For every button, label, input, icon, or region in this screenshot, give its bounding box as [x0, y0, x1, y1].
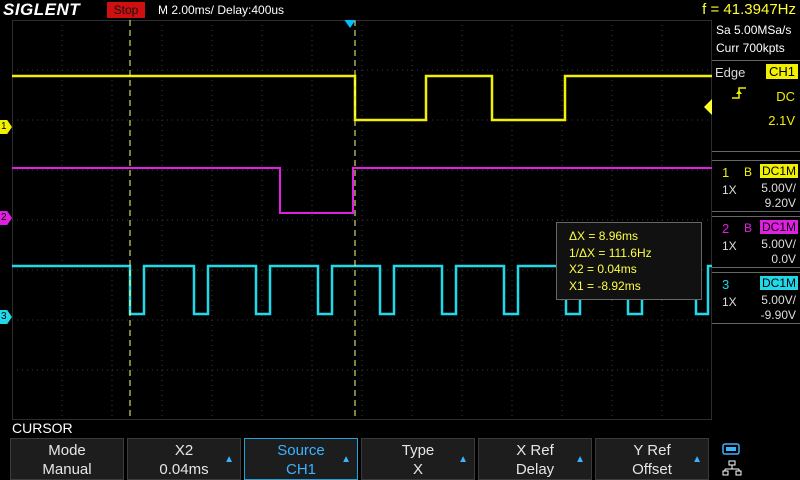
cursor-readout-box: ΔX = 8.96ms 1/ΔX = 111.6Hz X2 = 0.04ms X… [556, 222, 702, 300]
usb-icon [722, 442, 742, 461]
x1-readout: X1 = -8.92ms [569, 278, 641, 293]
ch3-coupling: DC1M [759, 276, 798, 290]
status-icons [718, 440, 798, 480]
ch2-offset: 0.0V [771, 252, 796, 266]
ch2-ground-label: 2 [1, 212, 7, 223]
softkey-mode-label: Mode [48, 442, 86, 459]
trigger-coupling: DC [776, 89, 795, 104]
ch3-probe: 1X [722, 295, 737, 309]
ch1-offset: 9.20V [764, 196, 796, 210]
up-arrow-icon: ▲ [692, 454, 702, 465]
ch2-bw-limit: B [744, 221, 753, 235]
ch2-coupling: DC1M [759, 220, 798, 234]
x2-readout: X2 = 0.04ms [569, 262, 637, 276]
up-arrow-icon: ▲ [224, 454, 234, 465]
ch2-ground-marker[interactable]: 2 [0, 211, 12, 225]
ch3-number: 3 [722, 277, 730, 292]
softkey-mode[interactable]: Mode Manual [10, 438, 124, 480]
run-stop-badge[interactable]: Stop [107, 2, 145, 18]
trigger-rising-edge-icon [730, 85, 748, 101]
sample-rate: Sa 5.00MSa/s [716, 23, 792, 37]
ch3-offset: -9.90V [760, 308, 796, 322]
frequency-counter: f = 41.3947Hz [702, 1, 796, 18]
softkey-mode-value: Manual [42, 461, 92, 478]
ch2-info-box[interactable]: 2 B DC1M 1X 5.00V/ 0.0V [712, 216, 800, 268]
softkey-x2[interactable]: X2 0.04ms ▲ [127, 438, 241, 480]
delta-x-readout: ΔX = 8.96ms [569, 229, 639, 243]
ch1-ground-marker[interactable]: 1 [0, 120, 12, 134]
right-info-panel: Sa 5.00MSa/s Curr 700kpts Edge CH1 DC 2.… [712, 20, 800, 420]
top-status-bar: SIGLENT Stop M 2.00ms/ Delay:400us f = 4… [0, 0, 800, 20]
waveform-display[interactable] [12, 20, 712, 420]
softkey-y-ref[interactable]: Y Ref Offset ▲ [595, 438, 709, 480]
memory-depth: Curr 700kpts [716, 41, 785, 55]
trigger-panel[interactable]: Edge CH1 DC 2.1V [712, 60, 800, 152]
ch1-ground-label: 1 [1, 121, 7, 132]
ch2-probe: 1X [722, 239, 737, 253]
up-arrow-icon: ▲ [575, 454, 585, 465]
inverse-delta-x-readout: 1/ΔX = 111.6Hz [569, 245, 652, 260]
network-icon [722, 460, 742, 480]
ch3-ground-marker[interactable]: 3 [0, 310, 12, 324]
trigger-source: CH1 [765, 64, 798, 79]
ch2-scale: 5.00V/ [761, 237, 796, 251]
up-arrow-icon: ▲ [341, 454, 351, 465]
ch1-scale: 5.00V/ [761, 181, 796, 195]
ch2-number: 2 [722, 221, 730, 236]
ch1-info-box[interactable]: 1 B DC1M 1X 5.00V/ 9.20V [712, 160, 800, 212]
ch3-scale: 5.00V/ [761, 293, 796, 307]
ch1-probe: 1X [722, 183, 737, 197]
ch1-number: 1 [722, 165, 730, 180]
timebase-readout[interactable]: M 2.00ms/ Delay:400us [158, 3, 284, 17]
ch1-coupling: DC1M [759, 164, 798, 178]
softkey-source[interactable]: Source CH1 ▲ [244, 438, 358, 480]
trigger-type: Edge [715, 65, 746, 80]
softkey-type[interactable]: Type X ▲ [361, 438, 475, 480]
ch3-ground-label: 3 [1, 311, 7, 322]
ch3-info-box[interactable]: 3 DC1M 1X 5.00V/ -9.90V [712, 272, 800, 324]
ch1-bw-limit: B [744, 165, 753, 179]
trigger-level: 2.1V [768, 113, 795, 128]
brand-logo: SIGLENT [3, 0, 81, 19]
menu-title: CURSOR [12, 420, 73, 436]
up-arrow-icon: ▲ [458, 454, 468, 465]
softkey-bar: Mode Manual X2 0.04ms ▲ Source CH1 ▲ Typ… [10, 438, 712, 480]
softkey-x-ref[interactable]: X Ref Delay ▲ [478, 438, 592, 480]
